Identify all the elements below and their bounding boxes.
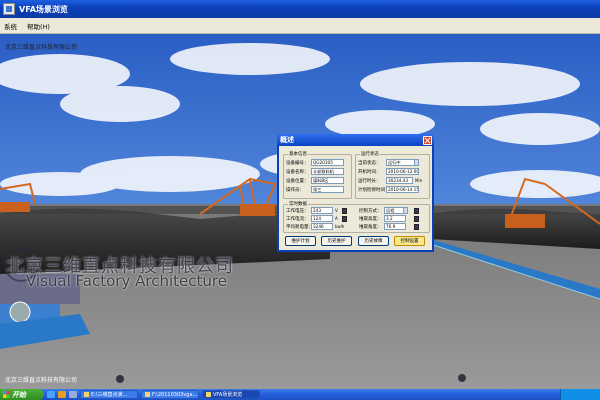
field-label: 堆取角度： [359,224,382,230]
field-label: 运行时长： [358,178,381,184]
unit-label: V [335,208,338,213]
dialog-title: 概述 [280,136,294,144]
basic-info-title: 基本信息 [288,151,308,157]
voltage-field[interactable]: 243 [311,207,333,214]
control-settings-button[interactable]: 控制设置 [394,236,425,246]
maintenance-time-field[interactable]: 2010-06-14 15:00 [386,186,419,193]
field-label: 计划检修时间： [358,187,390,193]
field-label: 控制方式： [359,208,382,214]
field-label: 操作员： [286,187,304,193]
maintenance-history-button[interactable]: 历史维护 [321,236,352,246]
quicklaunch-desktop-icon[interactable] [69,391,77,398]
window-title-bar[interactable]: VFA场景浏览 [0,0,600,18]
fault-history-button[interactable]: 历史故障 [358,236,389,246]
start-time-field[interactable]: 2010-06-12 00:00 [386,168,419,175]
start-label: 开始 [12,390,26,399]
taskbar-window-label: F:\20110303vga... [152,391,198,398]
field-label: 当前状态： [358,160,381,166]
menu-help[interactable]: 帮助(H) [27,21,50,31]
height-field[interactable]: 3.2 [384,215,406,222]
indicator-icon [342,207,347,214]
start-button[interactable]: 开始 [0,389,44,400]
folder-icon [84,392,89,397]
status-field[interactable]: 运行中 [386,159,415,166]
unit-label: kw/h [335,224,345,229]
window-title: VFA场景浏览 [19,4,68,14]
menu-bar: 系统 帮助(H) [0,18,600,34]
operator-field[interactable]: 张三 [311,186,344,193]
taskbar-window-label: E:\三维直点演... [91,392,128,398]
taskbar-window-explorer-1[interactable]: E:\三维直点演... [80,390,138,399]
current-field[interactable]: 124 [311,215,333,222]
taskbar-window-vfa[interactable]: VFA场景浏览 [202,390,260,399]
watermark: 北京三维直点科技有限公司 Visual Factory Architecture [4,248,326,292]
unit-label: A [335,216,338,221]
maintenance-plan-button[interactable]: 维护计划 [285,236,316,246]
indicator-icon [414,207,419,214]
field-label: 工作电流： [286,216,309,222]
field-label: 设备名称： [286,169,309,175]
field-label: 设备编号： [286,160,309,166]
company-label-bottom: 北京三维直点科技有限公司 [5,377,78,384]
field-label: 设备位置： [286,178,309,184]
chevron-down-icon[interactable] [415,159,419,166]
taskbar-window-explorer-2[interactable]: F:\20110303vga... [141,390,199,399]
menu-system[interactable]: 系统 [4,21,17,31]
company-label-top: 北京三维直点科技有限公司 [5,44,78,51]
unit-label: Min [415,178,423,183]
angle-field[interactable]: 76.9 [384,223,406,230]
indicator-icon [342,215,347,222]
chevron-down-icon[interactable] [404,207,408,214]
runtime-field[interactable]: 30234.43 [386,177,413,184]
taskbar-window-label: VFA场景浏览 [213,392,243,398]
power-field[interactable]: 3246 [311,223,333,230]
device-overview-dialog: 概述 基本信息 设备编号： QG20105 设备名称： 斗轮取料机 设备位置： 煤料B… [277,134,434,252]
app-icon [206,392,211,397]
indicator-icon [414,223,419,230]
quicklaunch-ie-icon[interactable] [47,391,55,398]
field-label: 平均耗电量： [286,224,313,230]
indicator-icon [414,215,419,222]
app-icon [3,3,15,15]
windows-flag-icon [3,391,10,398]
field-label: 开机时间： [358,169,381,175]
control-mode-field[interactable]: 远程 [384,207,404,214]
device-location-field[interactable]: 煤料B区 [311,177,344,184]
folder-icon [145,392,150,397]
system-tray[interactable] [560,389,600,400]
run-status-title: 运行状态 [360,151,380,157]
field-label: 工作电压： [286,208,309,214]
field-label: 堆取高度： [359,216,382,222]
close-icon[interactable] [423,135,432,145]
taskbar: 开始 E:\三维直点演... F:\20110303vga... VFA场景浏览 [0,389,600,400]
quicklaunch-folder-icon[interactable] [58,391,66,398]
device-id-field[interactable]: QG20105 [311,159,344,166]
device-name-field[interactable]: 斗轮取料机 [311,168,344,175]
dialog-title-bar[interactable]: 概述 [277,134,434,146]
watermark-en-text: Visual Factory Architecture [26,272,227,290]
